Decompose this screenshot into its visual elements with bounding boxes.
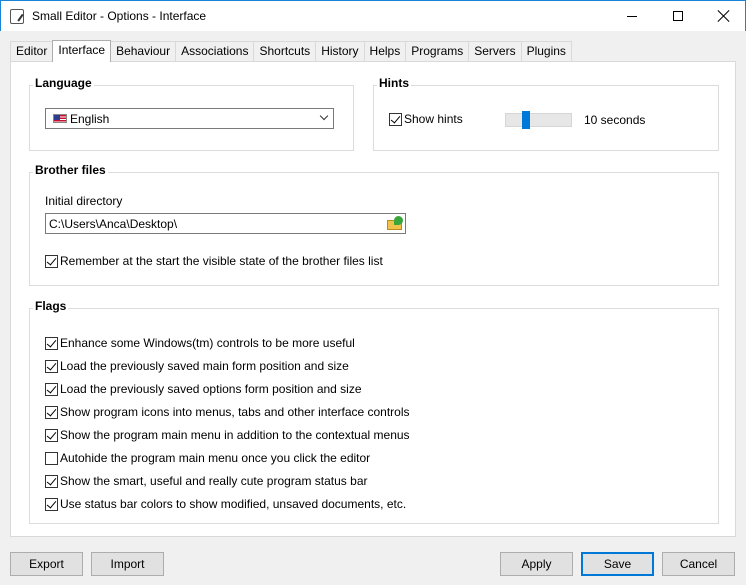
tab-interface[interactable]: Interface: [52, 40, 112, 62]
hints-duration-text: 10 seconds: [584, 113, 646, 127]
browse-folder-icon[interactable]: [387, 216, 404, 231]
show-hints-label: Show hints: [404, 112, 463, 126]
maximize-icon: [673, 11, 683, 21]
flag-autohide-main-menu[interactable]: Autohide the program main menu once you …: [45, 450, 370, 466]
show-hints-checkbox[interactable]: Show hints: [389, 111, 463, 127]
close-icon: [718, 10, 730, 22]
tab-associations[interactable]: Associations: [175, 41, 255, 61]
initial-directory-field[interactable]: C:\Users\Anca\Desktop\: [45, 213, 406, 234]
checkbox-box[interactable]: [45, 497, 58, 511]
language-heading: Language: [33, 76, 94, 90]
checkbox-box[interactable]: [389, 112, 402, 126]
flag-label: Autohide the program main menu once you …: [60, 451, 371, 465]
tab-history[interactable]: History: [315, 41, 365, 61]
flag-label: Load the previously saved main form posi…: [60, 359, 349, 373]
flag-label: Show the smart, useful and really cute p…: [60, 474, 368, 488]
brother-files-heading: Brother files: [33, 163, 108, 177]
remember-brother-files-label: Remember at the start the visible state …: [60, 254, 383, 268]
export-button[interactable]: Export: [10, 552, 83, 576]
language-selected: English: [70, 112, 110, 126]
us-flag-icon: [53, 114, 67, 123]
title-bar: Small Editor - Options - Interface: [0, 0, 746, 31]
apply-button[interactable]: Apply: [500, 552, 573, 576]
tab-behaviour[interactable]: Behaviour: [110, 41, 177, 61]
flag-status-bar-colors[interactable]: Use status bar colors to show modified, …: [45, 496, 406, 512]
flag-show-main-menu[interactable]: Show the program main menu in addition t…: [45, 427, 410, 443]
close-button[interactable]: [701, 1, 746, 31]
minimize-button[interactable]: [609, 1, 655, 31]
slider-thumb[interactable]: [522, 111, 530, 129]
checkbox-box[interactable]: [45, 254, 58, 268]
checkbox-box[interactable]: [45, 359, 58, 373]
options-tabs: Editor Interface Behaviour Associations …: [10, 40, 572, 62]
tab-plugins[interactable]: Plugins: [520, 41, 572, 61]
flags-heading: Flags: [33, 299, 69, 313]
flag-show-program-icons[interactable]: Show program icons into menus, tabs and …: [45, 404, 410, 420]
flag-load-main-form[interactable]: Load the previously saved main form posi…: [45, 358, 349, 374]
flag-label: Use status bar colors to show modified, …: [60, 497, 407, 511]
tab-servers[interactable]: Servers: [468, 41, 522, 61]
checkbox-box[interactable]: [45, 428, 58, 442]
tab-helps[interactable]: Helps: [363, 41, 407, 61]
initial-directory-label: Initial directory: [45, 194, 123, 208]
minimize-icon: [627, 15, 637, 17]
checkbox-box[interactable]: [45, 336, 58, 350]
remember-brother-files-checkbox[interactable]: Remember at the start the visible state …: [45, 253, 383, 269]
window-title: Small Editor - Options - Interface: [32, 9, 207, 23]
save-button[interactable]: Save: [581, 552, 654, 576]
tab-editor[interactable]: Editor: [10, 41, 54, 61]
flag-label: Show the program main menu in addition t…: [60, 428, 410, 442]
language-select[interactable]: English: [45, 108, 334, 129]
app-icon: [10, 9, 24, 24]
flag-load-options-form[interactable]: Load the previously saved options form p…: [45, 381, 362, 397]
chevron-down-icon: [319, 111, 329, 121]
initial-directory-value: C:\Users\Anca\Desktop\: [49, 217, 178, 231]
maximize-button[interactable]: [655, 1, 701, 31]
cancel-button[interactable]: Cancel: [662, 552, 735, 576]
flag-label: Enhance some Windows(tm) controls to be …: [60, 336, 355, 350]
flag-show-status-bar[interactable]: Show the smart, useful and really cute p…: [45, 473, 367, 489]
checkbox-box[interactable]: [45, 405, 58, 419]
hints-heading: Hints: [377, 76, 411, 90]
import-button[interactable]: Import: [91, 552, 164, 576]
checkbox-box[interactable]: [45, 474, 58, 488]
tab-programs[interactable]: Programs: [405, 41, 470, 61]
hints-duration-slider[interactable]: [505, 113, 572, 127]
flag-label: Load the previously saved options form p…: [60, 382, 362, 396]
tab-shortcuts[interactable]: Shortcuts: [253, 41, 317, 61]
checkbox-box[interactable]: [45, 451, 58, 465]
checkbox-box[interactable]: [45, 382, 58, 396]
flag-enhance-controls[interactable]: Enhance some Windows(tm) controls to be …: [45, 335, 355, 351]
flag-label: Show program icons into menus, tabs and …: [60, 405, 410, 419]
